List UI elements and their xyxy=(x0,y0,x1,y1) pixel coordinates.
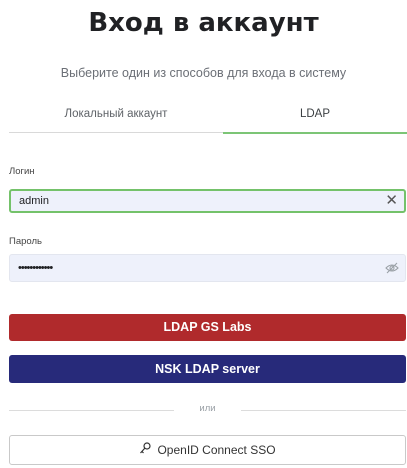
openid-connect-sso-button[interactable]: OpenID Connect SSO xyxy=(9,435,406,465)
tab-ldap[interactable]: LDAP xyxy=(223,100,407,134)
login-field: ✕ xyxy=(9,189,406,213)
divider-text: или xyxy=(199,403,216,414)
page-subtitle: Выберите один из способов для входа в си… xyxy=(60,66,347,80)
close-icon[interactable]: ✕ xyxy=(385,192,398,210)
ldap-gs-labs-button[interactable]: LDAP GS Labs xyxy=(9,314,406,341)
password-field xyxy=(9,254,406,282)
auth-method-tabs: Локальный аккаунт LDAP xyxy=(9,100,407,134)
page-title: Вход в аккаунт xyxy=(88,8,319,38)
nsk-ldap-server-button[interactable]: NSK LDAP server xyxy=(9,355,406,383)
tab-local-account[interactable]: Локальный аккаунт xyxy=(9,100,223,133)
password-input[interactable] xyxy=(18,255,368,281)
password-label: Пароль xyxy=(9,236,42,247)
key-icon xyxy=(139,437,152,465)
or-divider: или xyxy=(9,402,406,418)
eye-off-icon[interactable] xyxy=(385,261,399,280)
sso-button-label: OpenID Connect SSO xyxy=(157,443,276,457)
login-input[interactable] xyxy=(19,191,369,211)
login-label: Логин xyxy=(9,166,35,177)
